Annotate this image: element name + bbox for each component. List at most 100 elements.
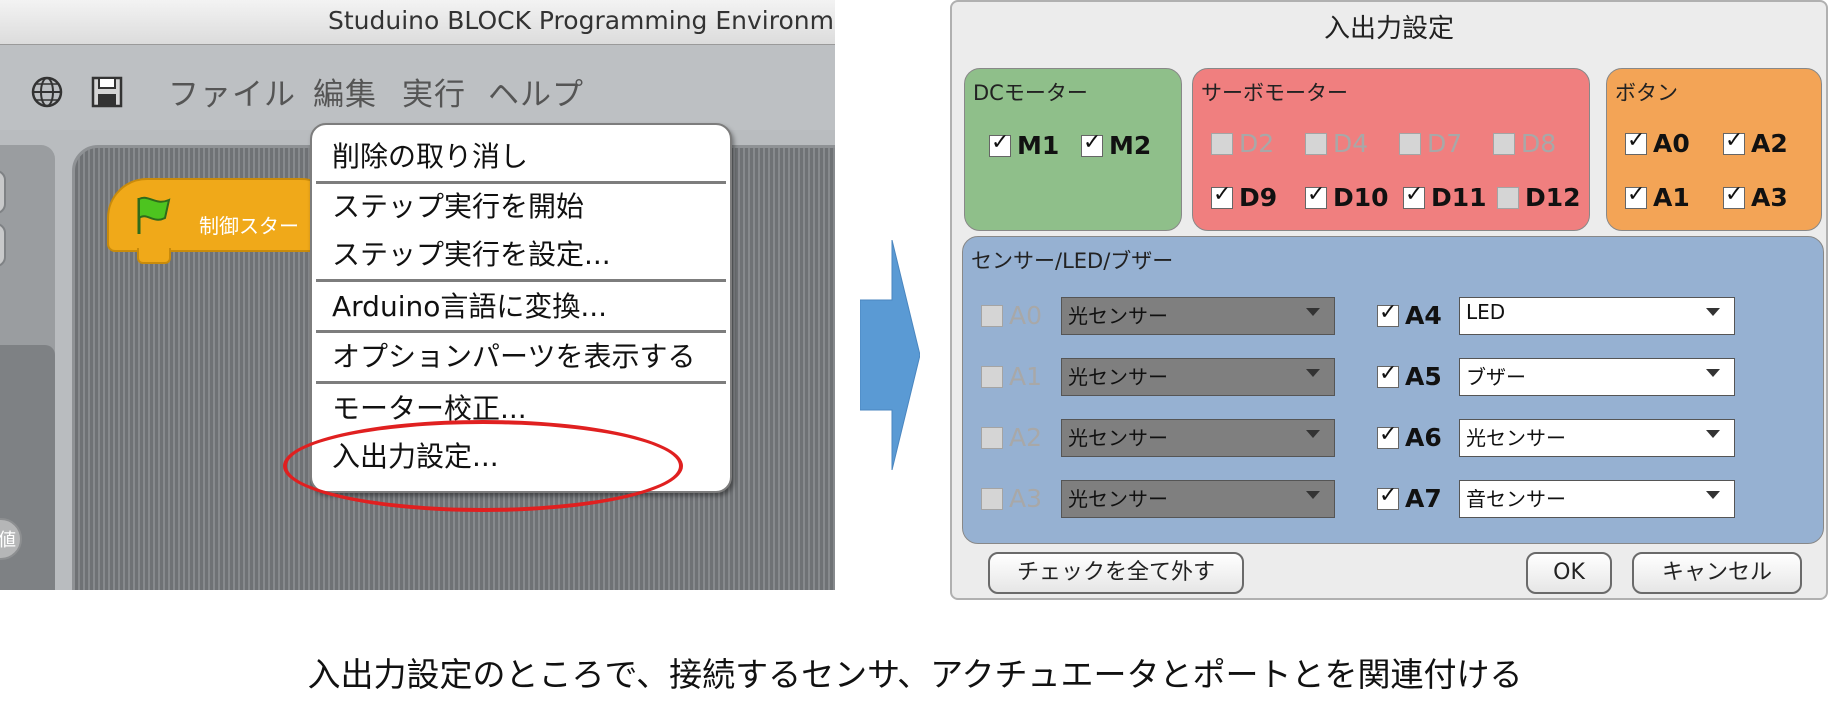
checkbox-box[interactable] <box>1305 182 1327 209</box>
checkbox-box[interactable] <box>1399 132 1421 155</box>
select-sensor-a7[interactable]: 音センサー <box>1459 480 1735 518</box>
select-sensor-a6[interactable]: 光センサー <box>1459 419 1735 457</box>
checkbox-box[interactable] <box>1377 483 1399 510</box>
menu-edit[interactable]: 編集 <box>313 69 377 114</box>
checkbox-d10[interactable]: D10 <box>1305 182 1389 212</box>
checkbox-sensor-a2[interactable]: A2 <box>981 423 1042 452</box>
checkbox-sensor-a0[interactable]: A0 <box>981 301 1042 330</box>
dropdown-arrow-icon <box>1306 491 1320 499</box>
checkbox-label: D4 <box>1333 129 1369 158</box>
dropdown-arrow-icon <box>1306 369 1320 377</box>
start-block[interactable]: 制御スター <box>107 178 341 264</box>
palette-category-button[interactable] <box>0 223 6 267</box>
checkbox-box[interactable] <box>1625 128 1647 155</box>
caption: 入出力設定のところで、接続するセンサ、アクチュエータとポートとを関連付ける <box>307 655 1523 694</box>
ok-button[interactable]: OK <box>1526 552 1612 594</box>
checkbox-button-a2[interactable]: A2 <box>1723 128 1788 158</box>
uncheck-all-button[interactable]: チェックを全て外す <box>988 552 1244 594</box>
checkbox-sensor-a3[interactable]: A3 <box>981 484 1042 513</box>
io-settings-dialog: 入出力設定 DCモーター M1 M2 サーボモーター D2 D4 D7 D8 D… <box>950 0 1828 600</box>
checkbox-box[interactable] <box>1211 182 1233 209</box>
checkbox-m1[interactable]: M1 <box>989 130 1059 160</box>
checkbox-box[interactable] <box>981 304 1003 327</box>
checkbox-label: A5 <box>1405 362 1442 391</box>
right-arrow-icon <box>860 240 920 470</box>
checkbox-box[interactable] <box>1403 182 1425 209</box>
select-value: ブザー <box>1466 365 1526 389</box>
checkbox-label: D2 <box>1239 129 1275 158</box>
select-sensor-a4[interactable]: LED <box>1459 297 1735 335</box>
checkbox-sensor-a4[interactable]: A4 <box>1377 300 1442 330</box>
checkbox-box[interactable] <box>1377 300 1399 327</box>
checkbox-label: A3 <box>1751 183 1788 212</box>
checkbox-label: D12 <box>1525 183 1581 212</box>
checkbox-label: A0 <box>1653 129 1690 158</box>
menu-file[interactable]: ファイル <box>168 69 296 114</box>
select-sensor-a0[interactable]: 光センサー <box>1061 297 1335 335</box>
select-sensor-a3[interactable]: 光センサー <box>1061 480 1335 518</box>
checkbox-sensor-a1[interactable]: A1 <box>981 362 1042 391</box>
checkbox-box[interactable] <box>1305 132 1327 155</box>
checkbox-d11[interactable]: D11 <box>1403 182 1487 212</box>
checkbox-box[interactable] <box>1723 182 1745 209</box>
menu-help[interactable]: ヘルプ <box>488 69 584 114</box>
palette-category-button[interactable] <box>0 170 6 214</box>
checkbox-sensor-a5[interactable]: A5 <box>1377 361 1442 391</box>
window-titlebar: Studuino BLOCK Programming Environment <box>0 0 835 45</box>
checkbox-label: D9 <box>1239 183 1278 212</box>
select-sensor-a2[interactable]: 光センサー <box>1061 419 1335 457</box>
checkbox-d7[interactable]: D7 <box>1399 129 1462 158</box>
checkbox-box[interactable] <box>981 487 1003 510</box>
menu-separator <box>316 381 726 384</box>
studuino-screenshot: Studuino BLOCK Programming Environment フ… <box>0 0 835 590</box>
dialog-title: 入出力設定 <box>1323 14 1454 44</box>
checkbox-d12[interactable]: D12 <box>1497 183 1581 212</box>
checkbox-d4[interactable]: D4 <box>1305 129 1368 158</box>
highlight-ellipse <box>283 420 683 512</box>
checkbox-sensor-a6[interactable]: A6 <box>1377 422 1442 452</box>
dropdown-arrow-icon <box>1706 430 1720 438</box>
select-value: 光センサー <box>1068 365 1168 389</box>
checkbox-sensor-a7[interactable]: A7 <box>1377 483 1442 513</box>
checkbox-label: A4 <box>1405 301 1442 330</box>
checkbox-label: A1 <box>1009 362 1043 391</box>
menu-item-start-step-run[interactable]: ステップ実行を開始 <box>332 185 584 225</box>
menu-item-set-step-run[interactable]: ステップ実行を設定... <box>332 233 611 273</box>
select-value: LED <box>1466 300 1506 324</box>
checkbox-d2[interactable]: D2 <box>1211 129 1274 158</box>
checkbox-box[interactable] <box>989 130 1011 157</box>
menu-item-show-optional-parts[interactable]: オプションパーツを表示する <box>332 335 695 375</box>
cancel-button[interactable]: キャンセル <box>1632 552 1802 594</box>
checkbox-box[interactable] <box>981 426 1003 449</box>
checkbox-button-a0[interactable]: A0 <box>1625 128 1690 158</box>
checkbox-box[interactable] <box>1723 128 1745 155</box>
globe-icon[interactable] <box>30 75 64 109</box>
checkbox-label: A7 <box>1405 484 1442 513</box>
checkbox-box[interactable] <box>1081 130 1103 157</box>
green-flag-icon <box>137 196 171 234</box>
menu-run[interactable]: 実行 <box>402 69 466 114</box>
checkbox-d8[interactable]: D8 <box>1493 129 1556 158</box>
checkbox-box[interactable] <box>1493 132 1515 155</box>
checkbox-box[interactable] <box>1211 132 1233 155</box>
save-icon[interactable] <box>90 75 124 109</box>
checkbox-box[interactable] <box>1625 182 1647 209</box>
checkbox-box[interactable] <box>1377 422 1399 449</box>
checkbox-box[interactable] <box>981 365 1003 388</box>
checkbox-d9[interactable]: D9 <box>1211 182 1278 212</box>
checkbox-label: D10 <box>1333 183 1389 212</box>
select-sensor-a5[interactable]: ブザー <box>1459 358 1735 396</box>
checkbox-button-a1[interactable]: A1 <box>1625 182 1690 212</box>
checkbox-box[interactable] <box>1497 186 1519 209</box>
servo-motor-panel: サーボモーター D2 D4 D7 D8 D9 D10 D11 D12 <box>1192 68 1590 231</box>
menu-separator <box>316 181 726 184</box>
menu-item-undo-delete[interactable]: 削除の取り消し <box>332 135 528 175</box>
select-sensor-a1[interactable]: 光センサー <box>1061 358 1335 396</box>
dropdown-arrow-icon <box>1306 430 1320 438</box>
menu-item-convert-arduino[interactable]: Arduino言語に変換... <box>332 285 607 325</box>
checkbox-button-a3[interactable]: A3 <box>1723 182 1788 212</box>
dropdown-arrow-icon <box>1306 308 1320 316</box>
checkbox-m2[interactable]: M2 <box>1081 130 1151 160</box>
checkbox-box[interactable] <box>1377 361 1399 388</box>
checkbox-label: A0 <box>1009 301 1043 330</box>
